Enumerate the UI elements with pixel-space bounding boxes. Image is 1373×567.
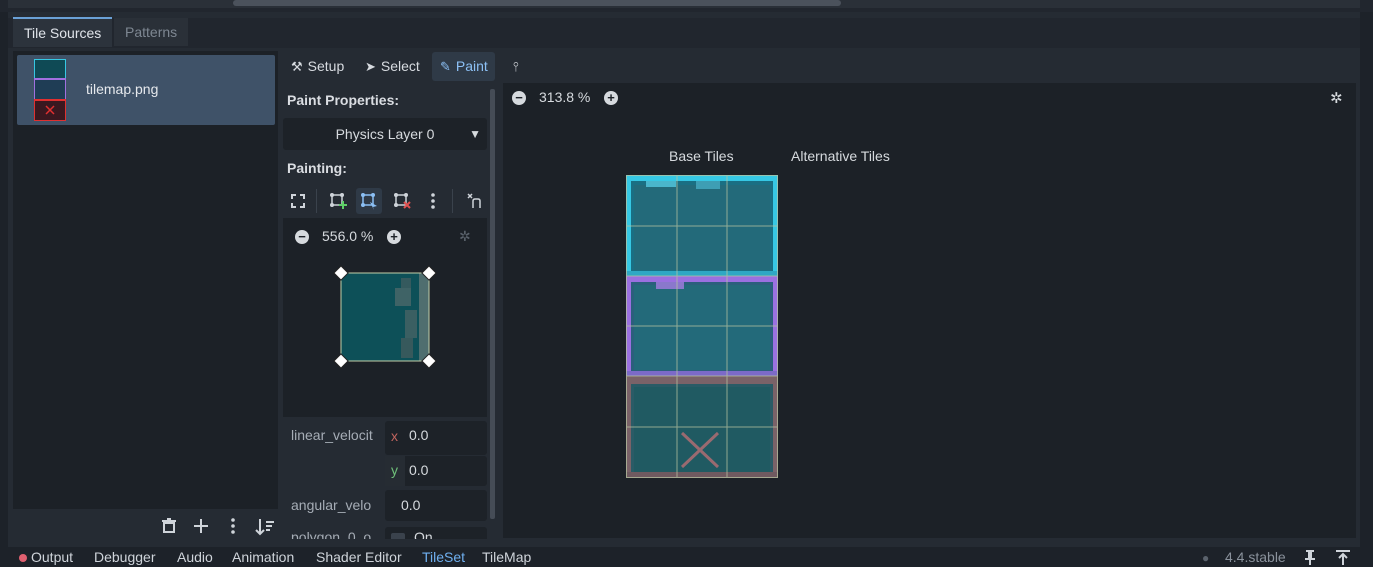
eyedropper-icon: ⫯ (513, 59, 519, 74)
chevron-down-icon: ▼ (469, 127, 481, 141)
axis-x-label: x (391, 428, 398, 444)
bottom-tab-tilemap[interactable]: TileMap (482, 549, 531, 565)
properties-scrollbar[interactable] (490, 89, 495, 519)
checkbox[interactable] (391, 533, 405, 539)
setup-button[interactable]: ⚒ Setup (283, 52, 351, 81)
sort-icon[interactable] (254, 515, 276, 537)
center-view-icon[interactable]: ✲ (459, 228, 471, 245)
tile-atlas[interactable] (626, 175, 778, 478)
tab-patterns[interactable]: Patterns (114, 18, 189, 46)
plus-icon[interactable] (190, 515, 212, 537)
bottom-tab-tileset[interactable]: TileSet (422, 549, 465, 565)
linear-velocity-y-value: 0.0 (409, 462, 429, 478)
zoom-in-icon[interactable]: + (604, 91, 618, 105)
scroll-thumb[interactable] (233, 0, 841, 6)
bottom-tab-output[interactable]: Output (31, 549, 73, 565)
source-thumbnail (34, 59, 66, 121)
select-label: Select (380, 58, 420, 74)
bottom-tab-shader-editor[interactable]: Shader Editor (316, 549, 402, 565)
top-scrollbar[interactable] (0, 0, 1373, 12)
remove-point-icon[interactable] (389, 188, 415, 214)
cursor-icon: ➤ (365, 59, 376, 74)
expand-panel-icon[interactable] (1336, 549, 1350, 565)
linear-velocity-x-field[interactable] (385, 421, 487, 455)
polygon-zoom-label: 556.0 % (322, 228, 374, 244)
painting-title: Painting: (287, 160, 347, 176)
bottom-tab-audio[interactable]: Audio (177, 549, 213, 565)
setup-label: Setup (307, 58, 345, 74)
linear-velocity-label: linear_velocit (291, 427, 373, 443)
trash-icon[interactable] (158, 515, 180, 537)
pin-icon[interactable] (1303, 549, 1317, 565)
linear-velocity-x-value: 0.0 (409, 427, 429, 443)
paint-label: Paint (455, 58, 488, 74)
bottom-tab-debugger[interactable]: Debugger (94, 549, 156, 565)
base-tiles-header: Base Tiles (669, 148, 734, 164)
eyedropper-button[interactable]: ⫯ (505, 52, 531, 81)
collision-polygon[interactable] (283, 218, 487, 417)
error-dot-icon (19, 554, 27, 562)
clear-icon[interactable] (461, 188, 487, 214)
edit-point-icon[interactable] (356, 188, 382, 214)
add-point-icon[interactable] (325, 188, 351, 214)
zoom-out-icon[interactable]: − (512, 91, 526, 105)
clipped-row: polygon_0_o On (281, 525, 491, 539)
alternative-tiles-header: Alternative Tiles (791, 148, 890, 164)
zoom-in-icon[interactable]: + (387, 230, 401, 244)
tools-icon: ⚒ (291, 59, 303, 74)
more-icon[interactable] (222, 515, 244, 537)
viewer-zoom-label: 313.8 % (539, 89, 591, 105)
version-label: 4.4.stable (1225, 549, 1286, 565)
angular-velocity-value: 0.0 (401, 497, 421, 513)
axis-y-label: y (391, 462, 398, 478)
polygon-editor[interactable] (283, 218, 487, 417)
zoom-out-icon[interactable]: − (295, 230, 309, 244)
angular-velocity-label: angular_velo (291, 497, 372, 513)
expand-icon[interactable] (285, 188, 311, 214)
layer-select[interactable]: Physics Layer 0 ▼ (283, 118, 487, 150)
bottom-tab-animation[interactable]: Animation (232, 549, 294, 565)
dock-tabbar (8, 18, 1360, 48)
tab-tile-sources[interactable]: Tile Sources (13, 17, 113, 47)
more-icon[interactable] (420, 188, 446, 214)
polygon-option-label: polygon_0_o (291, 529, 372, 539)
layer-select-value: Physics Layer 0 (335, 126, 435, 142)
select-button[interactable]: ➤ Select (357, 52, 427, 81)
polygon-option-value: On (414, 529, 433, 539)
brush-icon: ✎ (440, 59, 451, 74)
bell-icon[interactable]: ● (1202, 551, 1209, 565)
paint-button[interactable]: ✎ Paint (432, 52, 495, 81)
source-label: tilemap.png (86, 81, 159, 97)
paint-properties-title: Paint Properties: (287, 92, 400, 108)
center-view-icon[interactable]: ✲ (1330, 89, 1343, 107)
